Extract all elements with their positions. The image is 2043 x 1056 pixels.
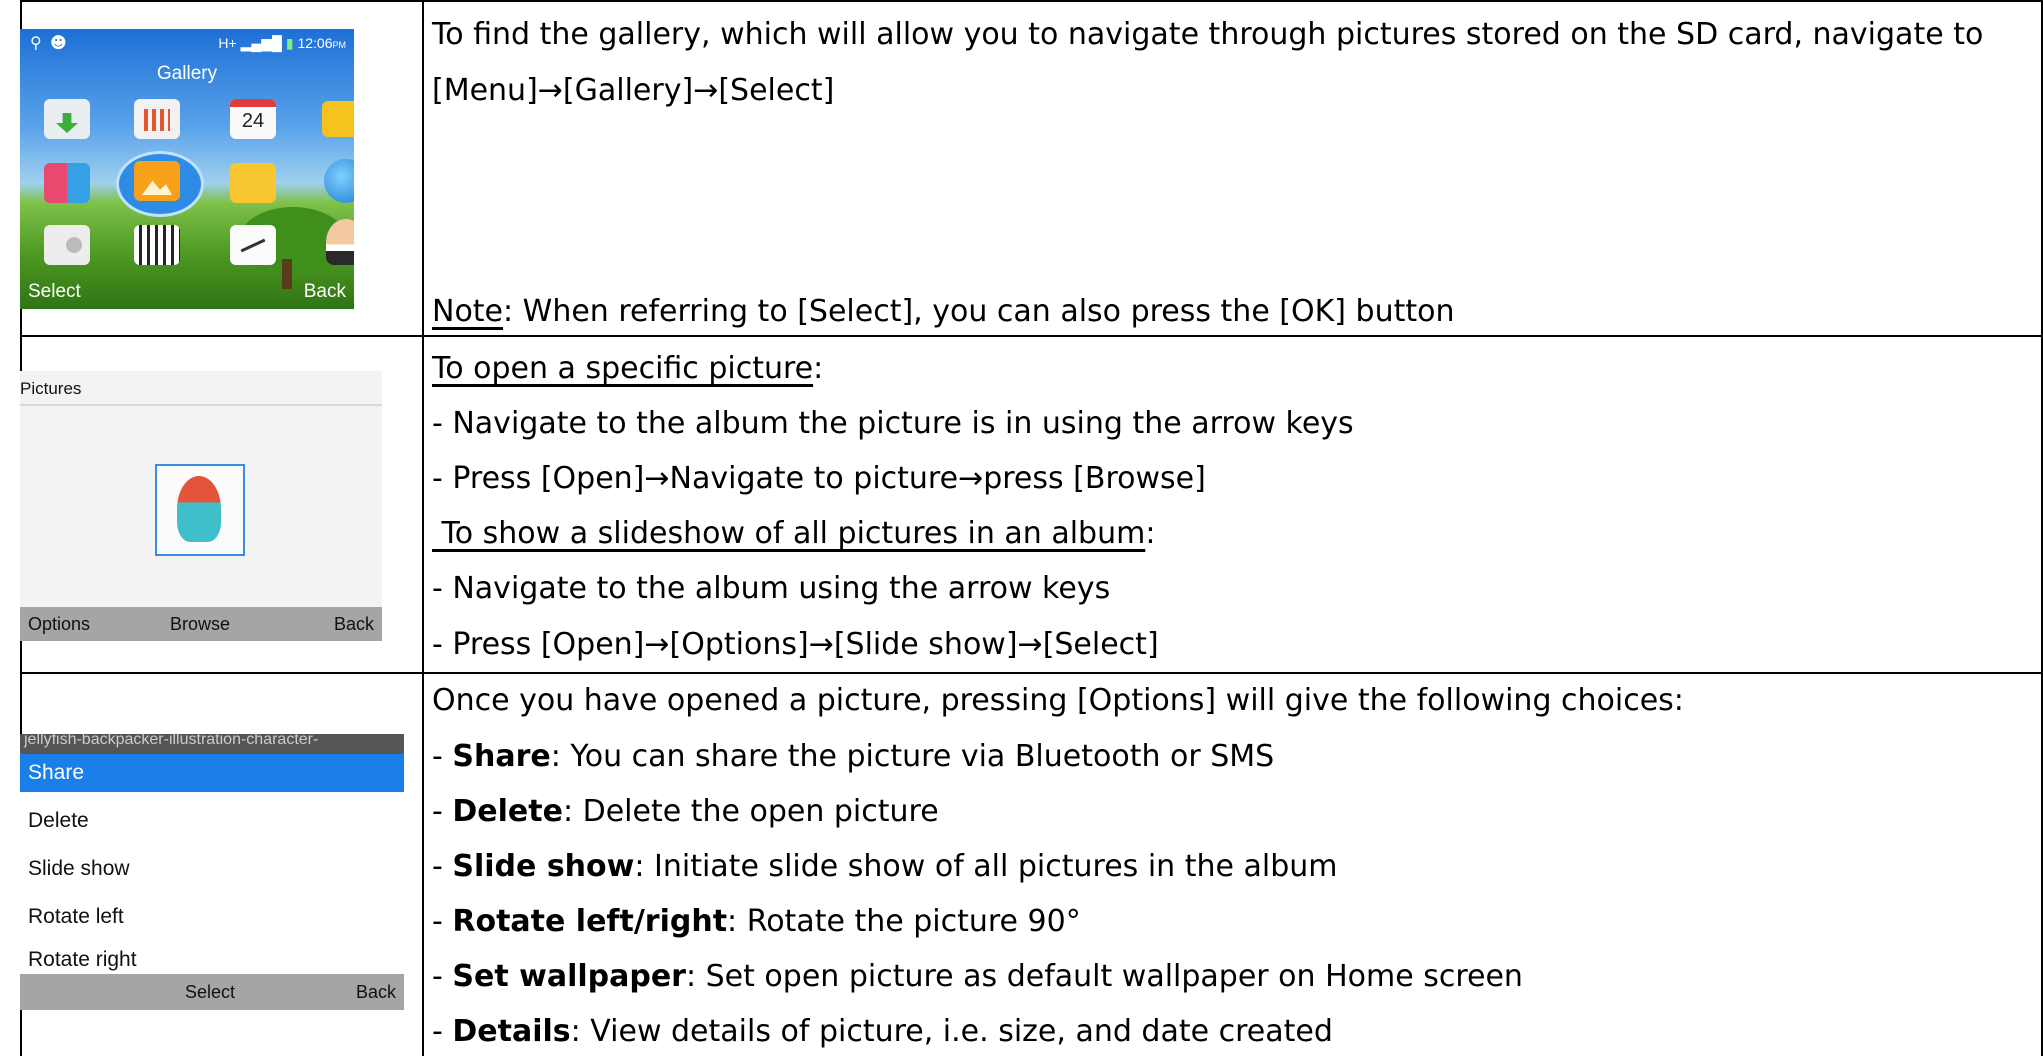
menu-item-rotate-left[interactable]: Rotate left (28, 905, 124, 929)
menu-item-slide-show[interactable]: Slide show (28, 857, 130, 881)
softkey-bar: Select Back (20, 974, 404, 1010)
softkey-options[interactable]: Options (28, 614, 90, 635)
phone-options-menu-screenshot: jellyfish-backpacker-illustration-charac… (20, 734, 404, 1010)
usb-icon: ⚲ (30, 33, 42, 52)
globe-icon[interactable] (324, 159, 354, 203)
picture-filename: jellyfish-backpacker-illustration-charac… (20, 734, 404, 754)
menu-item-delete[interactable]: Delete (28, 809, 89, 833)
column-divider (422, 0, 424, 1056)
menu-item-share[interactable]: Share (28, 761, 84, 785)
contacts-icon[interactable] (326, 219, 354, 265)
softkey-left[interactable]: Select (28, 281, 81, 303)
softkey-browse[interactable]: Browse (170, 614, 230, 635)
download-icon[interactable] (44, 99, 90, 139)
option-slide-show: - Slide show: Initiate slide show of all… (432, 849, 1338, 884)
menu-item-rotate-right[interactable]: Rotate right (28, 948, 137, 972)
softkey-back[interactable]: Back (334, 614, 374, 635)
status-bar: H+ ▂▄▆█ ▮ 12:06PM (218, 35, 346, 52)
tree-trunk (282, 259, 292, 289)
apps-icon[interactable] (44, 163, 90, 203)
arrow-icon: → (693, 73, 719, 108)
arrow-icon: → (537, 73, 563, 108)
battery-icon: ▮ (285, 35, 294, 51)
option-rotate: - Rotate left/right: Rotate the picture … (432, 904, 1081, 939)
arrow-icon: → (644, 627, 670, 662)
row2-heading1: To open a specific picture: (432, 351, 824, 386)
arrow-icon: → (958, 461, 984, 496)
arrow-icon: → (808, 627, 834, 662)
row1-note: Note: When referring to [Select], you ca… (432, 293, 1455, 331)
radio-icon[interactable] (44, 225, 90, 265)
mail-icon[interactable] (322, 101, 354, 137)
row2-line3: - Navigate to the album using the arrow … (432, 571, 1111, 606)
row2-heading2: To show a slideshow of all pictures in a… (432, 516, 1156, 551)
arrow-icon: → (644, 461, 670, 496)
arrow-icon: → (1017, 627, 1043, 662)
album-thumbnail[interactable] (155, 464, 245, 556)
table-top-border (20, 0, 2043, 2)
calendar-icon[interactable]: 24 (230, 99, 276, 139)
row1-line1: To find the gallery, which will allow yo… (432, 17, 1984, 52)
android-icon: ☻ (50, 33, 67, 52)
row1-line2: [Menu]→[Gallery]→[Select] (432, 73, 835, 108)
option-details: - Details: View details of picture, i.e.… (432, 1014, 1333, 1049)
network-type: H+ (218, 35, 237, 51)
softkey-back[interactable]: Back (356, 982, 396, 1003)
signal-icon: ▂▄▆█ (240, 35, 282, 51)
row2-line4: - Press [Open]→[Options]→[Slide show]→[S… (432, 627, 1159, 662)
row2-line2: - Press [Open]→Navigate to picture→press… (432, 461, 1206, 496)
equalizer-icon[interactable] (134, 99, 180, 139)
status-ampm: PM (332, 40, 347, 50)
note-text: : When referring to [Select], you can al… (503, 294, 1455, 329)
note-label: Note (432, 294, 504, 329)
pictures-title: Pictures (20, 379, 82, 398)
option-set-wallpaper: - Set wallpaper: Set open picture as def… (432, 959, 1523, 994)
calendar-day: 24 (241, 110, 265, 132)
menu-title: Gallery (156, 63, 218, 84)
status-time: 12:06 (297, 35, 333, 51)
softkey-select[interactable]: Select (185, 982, 235, 1003)
folder-icon[interactable] (230, 163, 276, 203)
jellyfish-thumbnail-icon (177, 476, 221, 542)
option-share: - Share: You can share the picture via B… (432, 739, 1275, 774)
piano-icon[interactable] (134, 225, 180, 265)
header-divider (20, 404, 382, 406)
row2-line1: - Navigate to the album the picture is i… (432, 406, 1354, 441)
row3-intro: Once you have opened a picture, pressing… (432, 683, 1684, 718)
row-divider-1 (20, 335, 2043, 337)
softkey-bar: Options Browse Back (20, 607, 382, 641)
option-delete: - Delete: Delete the open picture (432, 794, 939, 829)
phone-menu-screenshot: ⚲ ☻ H+ ▂▄▆█ ▮ 12:06PM Gallery 24 Select … (20, 29, 354, 309)
clock-icon[interactable] (230, 225, 276, 265)
softkey-right[interactable]: Back (304, 281, 346, 303)
gallery-icon[interactable] (134, 161, 180, 201)
phone-pictures-screenshot: Pictures Options Browse Back (20, 371, 382, 641)
row-divider-2 (20, 672, 2043, 674)
